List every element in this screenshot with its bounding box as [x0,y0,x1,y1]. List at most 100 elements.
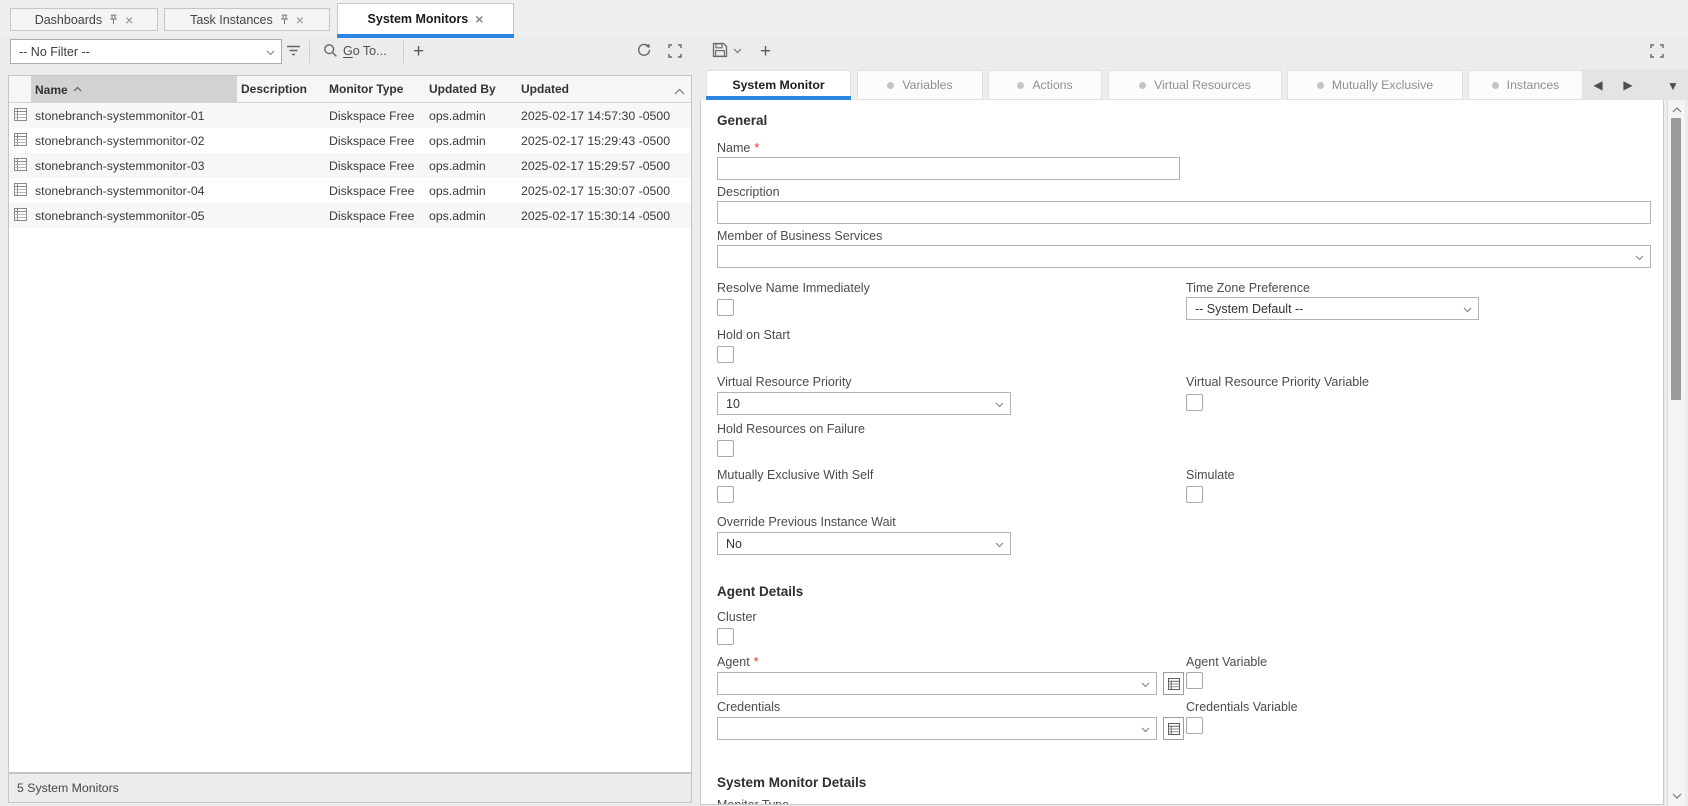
tab-mutually-exclusive[interactable]: Mutually Exclusive [1287,70,1463,100]
hold-resources-on-failure-checkbox[interactable] [717,440,734,457]
tab-list-icon[interactable]: ▼ [1658,79,1688,93]
table-row[interactable]: stonebranch-systemmonitor-04 Diskspace F… [9,178,691,203]
table-row[interactable]: stonebranch-systemmonitor-03 Diskspace F… [9,153,691,178]
scrollbar-thumb[interactable] [1671,118,1681,400]
system-monitors-list: Name Description Monitor Type Updated By… [8,75,692,773]
credentials-select[interactable] [717,717,1157,740]
agent-variable-label: Agent Variable [1186,655,1267,669]
cluster-label: Cluster [717,610,757,624]
record-icon [14,208,27,224]
agent-select[interactable] [717,672,1157,695]
cell-monitor-type: Diskspace Free [325,178,425,203]
credentials-lookup-icon[interactable] [1163,717,1184,740]
cell-monitor-type: Diskspace Free [325,103,425,129]
tab-dot-icon [1492,82,1499,89]
agent-variable-checkbox[interactable] [1186,672,1203,689]
description-field[interactable] [717,201,1651,224]
tab-dashboards[interactable]: Dashboards × [10,8,158,31]
chevron-down-icon [1635,250,1644,264]
cell-updated: 2025-02-17 15:30:14 -0500 [517,203,691,228]
close-icon[interactable]: × [475,12,483,26]
column-header-name[interactable]: Name [31,76,237,103]
chevron-down-icon [995,537,1004,551]
column-header-description[interactable]: Description [237,76,325,103]
record-icon [14,158,27,174]
add-filter-button[interactable]: + [413,42,424,61]
resolve-name-immediately-checkbox[interactable] [717,299,734,316]
close-icon[interactable]: × [125,13,133,27]
cell-updated: 2025-02-17 15:30:07 -0500 [517,178,691,203]
close-icon[interactable]: × [296,13,304,27]
save-icon[interactable] [712,42,728,58]
cell-monitor-type: Diskspace Free [325,203,425,228]
expand-list-icon[interactable] [668,44,682,58]
virtual-resource-priority-variable-checkbox[interactable] [1186,394,1203,411]
credentials-variable-checkbox[interactable] [1186,717,1203,734]
pin-icon[interactable] [109,14,118,25]
cell-description [237,178,325,203]
table-row[interactable]: stonebranch-systemmonitor-01 Diskspace F… [9,103,691,129]
time-zone-preference-select[interactable]: -- System Default -- [1186,297,1479,320]
tab-dot-icon [1017,82,1024,89]
override-previous-instance-wait-select[interactable]: No [717,532,1011,555]
monitor-type-label: Monitor Type [717,798,789,805]
chevron-down-icon [266,45,275,59]
collapse-column-icon[interactable] [674,84,685,98]
filter-value: -- No Filter -- [19,45,90,59]
column-header-updated-by[interactable]: Updated By [425,76,517,103]
hold-on-start-label: Hold on Start [717,328,790,342]
member-of-business-services-select[interactable] [717,245,1651,268]
tab-dot-icon [1139,82,1146,89]
cell-updated-by: ops.admin [425,103,517,129]
agent-lookup-icon[interactable] [1163,672,1184,695]
tab-actions[interactable]: Actions [988,70,1102,100]
credentials-variable-label: Credentials Variable [1186,700,1298,714]
cell-name: stonebranch-systemmonitor-03 [31,153,237,178]
description-label: Description [717,185,780,199]
table-row[interactable]: stonebranch-systemmonitor-05 Diskspace F… [9,203,691,228]
new-record-button[interactable]: + [760,42,771,61]
toolbar-separator [309,41,310,63]
agent-label: Agent* [717,655,759,669]
column-header-updated[interactable]: Updated [517,76,691,103]
cell-updated-by: ops.admin [425,203,517,228]
cluster-checkbox[interactable] [717,628,734,645]
tab-label: System Monitors [368,12,469,26]
scrollbar-up-icon[interactable] [1668,102,1685,118]
table-row[interactable]: stonebranch-systemmonitor-02 Diskspace F… [9,128,691,153]
sort-ascending-icon [73,81,82,95]
time-zone-preference-label: Time Zone Preference [1186,281,1310,295]
filter-icon[interactable] [286,44,301,57]
cell-updated-by: ops.admin [425,128,517,153]
tab-scroll-right-icon[interactable]: ▶ [1613,78,1643,92]
vertical-scrollbar[interactable] [1667,100,1685,806]
pin-icon[interactable] [280,14,289,25]
chevron-down-icon [1141,722,1150,736]
virtual-resource-priority-label: Virtual Resource Priority [717,375,852,389]
icon-column-header[interactable] [9,76,31,103]
search-icon [323,43,338,58]
simulate-checkbox[interactable] [1186,486,1203,503]
virtual-resource-priority-select[interactable]: 10 [717,392,1011,415]
chevron-down-icon [1463,302,1472,316]
tab-virtual-resources[interactable]: Virtual Resources [1108,70,1282,100]
tab-scroll-left-icon[interactable]: ◀ [1583,78,1613,92]
name-field[interactable] [717,157,1180,180]
hold-on-start-checkbox[interactable] [717,346,734,363]
save-menu-chevron-icon[interactable] [733,48,742,54]
tab-variables[interactable]: Variables [857,70,983,100]
tab-system-monitor[interactable]: System Monitor [706,70,851,100]
tab-instances[interactable]: Instances [1468,70,1583,100]
cell-name: stonebranch-systemmonitor-01 [31,103,237,129]
tab-task-instances[interactable]: Task Instances × [164,8,330,31]
record-icon [14,183,27,199]
scrollbar-down-icon[interactable] [1668,788,1685,804]
mutually-exclusive-with-self-checkbox[interactable] [717,486,734,503]
cell-name: stonebranch-systemmonitor-04 [31,178,237,203]
expand-detail-icon[interactable] [1650,44,1664,58]
tab-system-monitors[interactable]: System Monitors × [337,3,514,34]
column-header-monitor-type[interactable]: Monitor Type [325,76,425,103]
goto-button[interactable]: Go To... [343,44,387,58]
filter-dropdown[interactable]: -- No Filter -- [10,39,282,64]
refresh-icon[interactable] [636,42,652,58]
